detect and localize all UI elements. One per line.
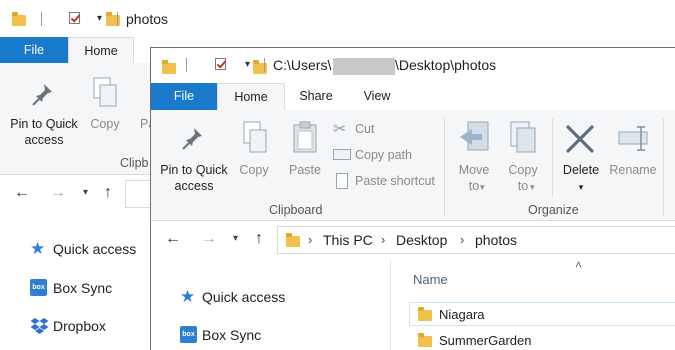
clipboard-group-label: Clipb	[120, 156, 149, 170]
file-name: SummerGarden	[439, 333, 532, 348]
separator-line	[264, 58, 265, 72]
up-button[interactable]: ↑	[104, 184, 112, 202]
quick-access-dropdown-icon[interactable]: ▾	[245, 59, 250, 70]
window-title: photos	[126, 11, 169, 27]
copy-button[interactable]: Copy	[235, 162, 273, 178]
back-button[interactable]: ←	[14, 184, 30, 202]
recent-locations-chevron-icon[interactable]: ▾	[83, 187, 88, 198]
file-name: Niagara	[439, 307, 485, 322]
scissors-icon: ✂	[333, 121, 347, 138]
move-to-dropdown-icon: ▾	[480, 182, 485, 192]
ribbon-group-divider	[663, 118, 664, 216]
pane-divider	[390, 260, 391, 350]
move-to-button[interactable]: Move to ▾	[451, 162, 497, 194]
delete-dropdown-icon: ▾	[578, 182, 584, 192]
folder-icon	[418, 307, 432, 321]
folder-icon	[286, 233, 300, 247]
copy-to-dropdown-icon: ▾	[530, 182, 535, 192]
window-title-tail: \Desktop\photos	[395, 57, 497, 73]
paste-shortcut-label: Paste shortcut	[355, 174, 435, 188]
copy-icon[interactable]	[92, 76, 118, 108]
breadcrumb-photos[interactable]: photos	[475, 232, 517, 248]
tab-file[interactable]: File	[151, 83, 217, 110]
copy-to-button[interactable]: Copy to ▾	[501, 162, 545, 194]
nav-item-label: Quick access	[53, 241, 137, 257]
tab-home[interactable]: Home	[68, 37, 134, 63]
box-icon: box	[30, 279, 47, 296]
breadcrumb-desktop[interactable]: Desktop	[396, 232, 447, 248]
up-button[interactable]: ↑	[255, 230, 263, 248]
pin-icon[interactable]	[180, 124, 208, 152]
pin-to-quick-access-button[interactable]: Pin to Quick access	[6, 116, 82, 148]
list-item[interactable]: Niagara	[409, 302, 675, 326]
organize-group-label: Organize	[528, 203, 579, 217]
nav-item-label: Box Sync	[202, 327, 262, 343]
nav-item-label: Quick access	[202, 289, 286, 305]
column-header-name[interactable]: Name	[413, 272, 448, 287]
clipboard-group-label: Clipboard	[269, 203, 323, 217]
quick-access-dropdown-icon[interactable]: ▾	[97, 13, 102, 24]
forward-button[interactable]: →	[50, 184, 66, 202]
copy-to-icon[interactable]	[507, 120, 539, 154]
delete-x-icon[interactable]	[565, 124, 595, 154]
nav-item-label: Box Sync	[53, 280, 113, 296]
tab-file[interactable]: File	[0, 37, 68, 63]
recent-locations-chevron-icon[interactable]: ▾	[233, 233, 238, 244]
folder-icon	[418, 333, 432, 347]
tab-view[interactable]: View	[347, 83, 407, 110]
breadcrumb-separator-icon[interactable]: ›	[308, 232, 312, 247]
back-title-bar: ▾ photos	[10, 9, 210, 29]
breadcrumb-separator-icon[interactable]: ›	[381, 232, 385, 247]
nav-item-label: Dropbox	[53, 318, 106, 334]
star-icon: ★	[30, 239, 46, 258]
properties-check-icon[interactable]	[215, 58, 227, 70]
star-icon: ★	[180, 287, 196, 306]
breadcrumb-this-pc[interactable]: This PC	[323, 232, 373, 248]
tab-share[interactable]: Share	[285, 83, 347, 110]
rename-icon[interactable]	[617, 124, 653, 154]
delete-label: Delete	[562, 163, 600, 177]
copy-icon[interactable]	[242, 120, 268, 154]
folder-icon	[12, 12, 26, 26]
properties-check-icon[interactable]	[69, 12, 81, 24]
list-item[interactable]: SummerGarden	[409, 328, 675, 350]
sort-up-chevron-icon: ˄	[575, 258, 583, 272]
folder-icon	[162, 60, 176, 74]
ribbon-button-divider	[552, 118, 553, 196]
separator-line	[41, 12, 42, 26]
copy-button[interactable]: Copy	[86, 116, 124, 132]
address-bar[interactable]: › This PC › Desktop › photos	[277, 226, 675, 254]
redacted-username-block	[333, 58, 395, 75]
pin-to-quick-access-button[interactable]: Pin to Quick access	[156, 162, 232, 194]
dropbox-icon	[30, 318, 49, 334]
paste-shortcut-icon	[336, 173, 348, 189]
paste-button[interactable]: Paste	[285, 162, 325, 178]
delete-button[interactable]: Delete ▾	[557, 162, 605, 195]
move-to-icon[interactable]	[458, 120, 492, 154]
back-button[interactable]: ←	[165, 230, 181, 248]
tab-home[interactable]: Home	[217, 83, 285, 111]
window-title: C:\Users\	[273, 57, 332, 73]
ribbon-group-divider	[444, 118, 445, 216]
box-icon: box	[180, 326, 197, 343]
breadcrumb-separator-icon[interactable]: ›	[460, 232, 464, 247]
rename-button[interactable]: Rename	[607, 162, 659, 178]
separator-line	[186, 58, 187, 72]
copy-path-icon	[333, 149, 351, 160]
forward-button[interactable]: →	[201, 230, 217, 248]
separator-line	[117, 12, 118, 26]
front-window: ▾ C:\Users\ \Desktop\photos File Home Sh…	[150, 47, 675, 350]
cut-label: Cut	[355, 122, 375, 136]
copy-path-label: Copy path	[355, 148, 412, 162]
paste-icon[interactable]	[291, 120, 319, 154]
move-to-label: Move to	[458, 163, 490, 193]
pin-icon[interactable]	[30, 80, 58, 108]
